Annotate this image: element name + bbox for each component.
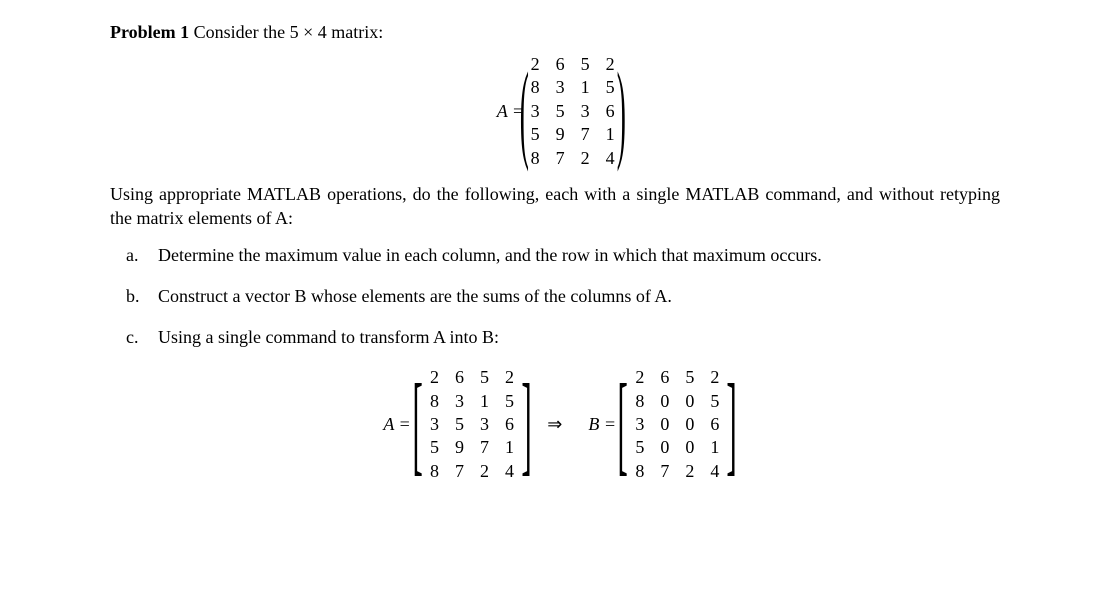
problem-intro-text: Consider the 5 × 4 matrix: [189,22,383,42]
right-bracket-icon: ] [727,377,737,472]
problem-label: Problem 1 [110,22,189,42]
item-text: Construct a vector B whose elements are … [158,284,672,309]
matrix-B-table: 2652 8005 3006 5001 8724 [627,366,727,483]
matrix-A-table: 2652 8315 3536 5971 8724 [523,53,623,170]
list-item: a. Determine the maximum value in each c… [126,243,1000,268]
item-text: Using a single command to transform A in… [158,325,499,350]
left-bracket-icon: [ [617,377,627,472]
left-paren-icon: ( [520,62,529,161]
list-item: c. Using a single command to transform A… [126,325,1000,350]
list-item: b. Construct a vector B whose elements a… [126,284,1000,309]
item-marker: c. [126,325,144,350]
right-bracket-icon: ] [521,377,531,472]
matrix-transform-display: A = [ 2652 8315 3536 5971 8724 ] ⇒ B = [… [110,366,1000,483]
matrix-A2-table: 2652 8315 3536 5971 8724 [422,366,522,483]
page-content: Problem 1 Consider the 5 × 4 matrix: A =… [0,0,1100,483]
right-paren-icon: ) [616,62,625,161]
assign-A2-label: A = [383,414,410,435]
item-marker: a. [126,243,144,268]
arrow-icon: ⇒ [547,414,562,435]
item-marker: b. [126,284,144,309]
matrix-A-display: A = ( 2652 8315 3536 5971 8724 ) [110,53,1000,170]
assign-B-label: B = [588,414,616,435]
item-text: Determine the maximum value in each colu… [158,243,822,268]
items-list: a. Determine the maximum value in each c… [126,243,1000,351]
instruction-paragraph: Using appropriate MATLAB operations, do … [110,182,1000,231]
left-bracket-icon: [ [412,377,422,472]
problem-heading: Problem 1 Consider the 5 × 4 matrix: [110,22,1000,43]
